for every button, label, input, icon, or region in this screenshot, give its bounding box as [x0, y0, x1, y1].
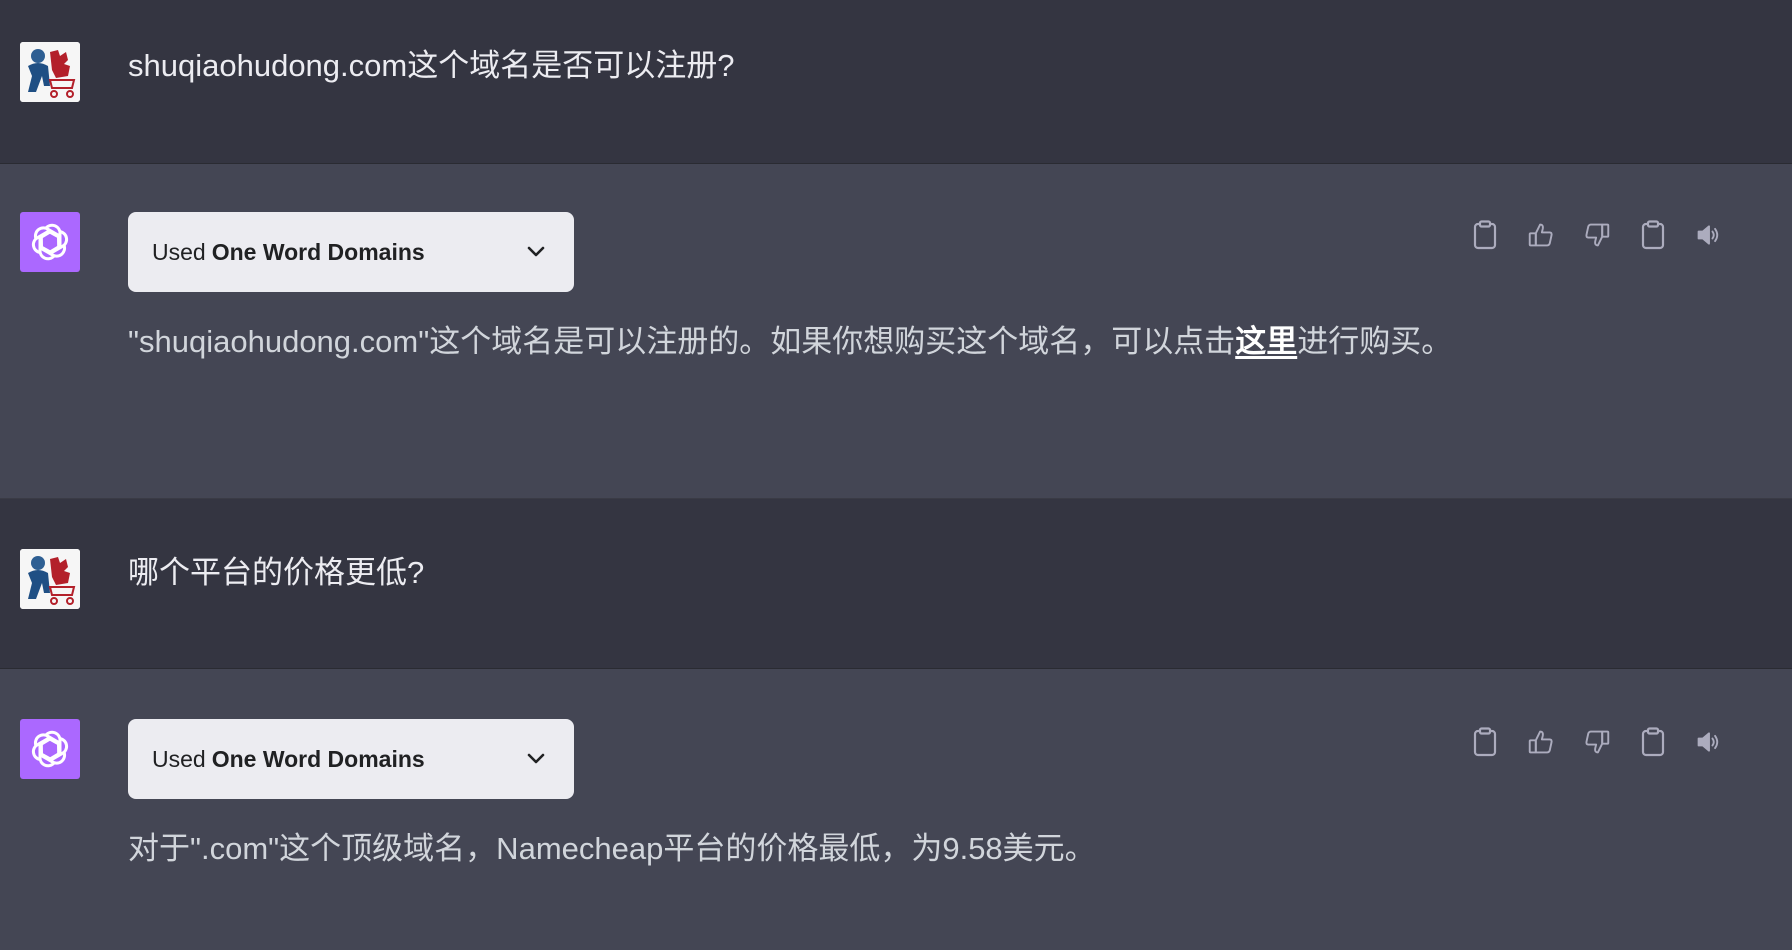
clipboard-icon — [1473, 220, 1497, 250]
assistant-avatar — [20, 212, 80, 272]
assistant-avatar — [20, 719, 80, 779]
user-message-text: shuqiaohudong.com这个域名是否可以注册? — [128, 48, 735, 83]
answer-text-after: 进行购买。 — [1297, 324, 1453, 359]
copy-button-secondary[interactable] — [1640, 727, 1666, 757]
user-message-text: 哪个平台的价格更低? — [128, 555, 425, 590]
thumbs-down-icon — [1585, 730, 1610, 754]
clipboard-icon — [1473, 727, 1497, 757]
copy-button[interactable] — [1472, 727, 1498, 757]
copy-button-secondary[interactable] — [1640, 220, 1666, 250]
openai-logo-icon — [31, 223, 69, 261]
plugin-name: One Word Domains — [211, 745, 425, 772]
user-message: shuqiaohudong.com这个域名是否可以注册? — [0, 0, 1792, 164]
read-aloud-button[interactable] — [1696, 220, 1722, 250]
thumbs-down-icon — [1585, 223, 1610, 247]
plugin-usage-toggle[interactable]: Used One Word Domains — [128, 719, 574, 799]
openai-logo-icon — [31, 730, 69, 768]
clipboard-icon — [1641, 727, 1665, 757]
message-actions — [1472, 727, 1722, 757]
assistant-message-text: "shuqiaohudong.com"这个域名是可以注册的。如果你想购买这个域名… — [128, 314, 1458, 370]
assistant-message: Used One Word Domains 对于".com"这个顶级域名，Nam… — [0, 669, 1792, 950]
user-message: 哪个平台的价格更低? — [0, 499, 1792, 669]
assistant-message: Used One Word Domains "shuqiaohudong.com… — [0, 164, 1792, 499]
read-aloud-button[interactable] — [1696, 727, 1722, 757]
user-avatar — [20, 42, 80, 102]
plugin-used-label: Used — [152, 745, 206, 772]
plugin-usage-toggle[interactable]: Used One Word Domains — [128, 212, 574, 292]
thumbs-up-button[interactable] — [1528, 727, 1554, 757]
chevron-down-icon — [527, 246, 545, 257]
plugin-name: One Word Domains — [211, 238, 425, 265]
purchase-link[interactable]: 这里 — [1235, 324, 1297, 359]
thumbs-down-button[interactable] — [1584, 220, 1610, 250]
thumbs-down-button[interactable] — [1584, 727, 1610, 757]
user-avatar — [20, 549, 80, 609]
thumbs-up-button[interactable] — [1528, 220, 1554, 250]
speaker-icon — [1697, 225, 1719, 245]
thumbs-up-icon — [1528, 730, 1553, 754]
plugin-used-label: Used — [152, 238, 206, 265]
message-actions — [1472, 220, 1722, 250]
assistant-message-text: 对于".com"这个顶级域名，Namecheap平台的价格最低，为9.58美元。 — [128, 831, 1096, 866]
chevron-down-icon — [527, 753, 545, 764]
thumbs-up-icon — [1528, 223, 1553, 247]
speaker-icon — [1697, 732, 1719, 752]
answer-text-before: "shuqiaohudong.com"这个域名是可以注册的。如果你想购买这个域名… — [128, 324, 1236, 359]
copy-button[interactable] — [1472, 220, 1498, 250]
clipboard-icon — [1641, 220, 1665, 250]
